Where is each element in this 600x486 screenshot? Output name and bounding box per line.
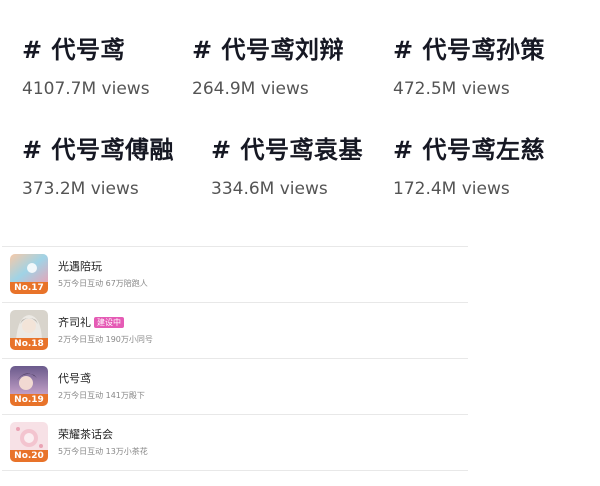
hashtag-views: 4107.7M views <box>22 79 150 99</box>
rank-badge: No.19 <box>10 394 48 406</box>
character-art-image <box>10 310 48 340</box>
list-item[interactable]: No.20 荣耀茶话会 5万今日互动 13万小茶花 <box>2 415 468 471</box>
list-item-name: 光遇陪玩 <box>58 260 102 273</box>
hashtag-views: 373.2M views <box>22 179 139 199</box>
teacup-art-image <box>10 422 48 452</box>
list-item-stats: 5万今日互动 13万小茶花 <box>58 447 148 456</box>
character-art-image <box>10 366 48 396</box>
hashtag-card[interactable]: # 代号鸢傅融 373.2M views <box>22 130 174 199</box>
hashtag-views: 264.9M views <box>192 79 309 99</box>
list-item[interactable]: No.17 光遇陪玩 5万今日互动 67万陪跑人 <box>2 247 468 303</box>
rank-badge: No.18 <box>10 338 48 350</box>
hashtag-title: # 代号鸢傅融 <box>22 136 174 164</box>
thumbnail-image: No.17 <box>10 254 48 294</box>
rank-badge: No.17 <box>10 282 48 294</box>
thumbnail-image: No.19 <box>10 366 48 406</box>
hashtag-title: # 代号鸢 <box>22 36 125 64</box>
hashtag-views: 172.4M views <box>393 179 510 199</box>
hashtag-card[interactable]: # 代号鸢袁基 334.6M views <box>211 130 363 199</box>
list-item-name: 代号鸢 <box>58 372 91 385</box>
list-item-stats: 2万今日互动 190万小同号 <box>58 335 153 344</box>
ranking-list: No.17 光遇陪玩 5万今日互动 67万陪跑人 No.18 齐司礼 建设中 2万… <box>2 246 468 471</box>
hashtag-views: 334.6M views <box>211 179 328 199</box>
list-item[interactable]: No.18 齐司礼 建设中 2万今日互动 190万小同号 <box>2 303 468 359</box>
hashtag-title: # 代号鸢孙策 <box>393 36 545 64</box>
hashtag-card[interactable]: # 代号鸢 4107.7M views <box>22 30 150 99</box>
list-item-name: 荣耀茶话会 <box>58 428 113 441</box>
list-item-stats: 2万今日互动 141万殿下 <box>58 391 145 400</box>
list-item[interactable]: No.19 代号鸢 2万今日互动 141万殿下 <box>2 359 468 415</box>
thumbnail-image: No.20 <box>10 422 48 462</box>
hashtag-card[interactable]: # 代号鸢孙策 472.5M views <box>393 30 545 99</box>
list-item-name: 齐司礼 建设中 <box>58 314 124 330</box>
rank-badge: No.20 <box>10 450 48 462</box>
hashtag-title: # 代号鸢左慈 <box>393 136 545 164</box>
hashtag-views: 472.5M views <box>393 79 510 99</box>
hashtag-title: # 代号鸢刘辩 <box>192 36 344 64</box>
hashtag-card[interactable]: # 代号鸢刘辩 264.9M views <box>192 30 344 99</box>
list-item-stats: 5万今日互动 67万陪跑人 <box>58 279 148 288</box>
hashtag-card[interactable]: # 代号鸢左慈 172.4M views <box>393 130 545 199</box>
sky-art-image <box>10 254 48 284</box>
thumbnail-image: No.18 <box>10 310 48 350</box>
status-badge: 建设中 <box>94 317 124 328</box>
hashtag-title: # 代号鸢袁基 <box>211 136 363 164</box>
